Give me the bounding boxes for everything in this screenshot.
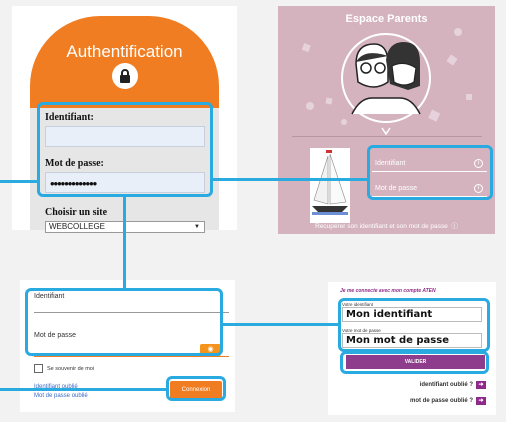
lock-icon (112, 63, 138, 89)
info-icon: ⓘ (449, 223, 458, 230)
connector-left (0, 180, 38, 183)
auth-site-label: Choisir un site (45, 207, 108, 218)
connector-vertical-lower (123, 265, 126, 290)
form-forgot-password[interactable]: Mot de passe oublié (34, 393, 88, 399)
aten-forgot-password-text: mot de passe oublié ? (409, 398, 473, 404)
auth-site-value: WEBCOLLEGE (49, 222, 106, 231)
comparison-canvas: Authentification Identifiant: Mot de pas… (0, 0, 506, 422)
highlight-auth-fields (37, 102, 213, 197)
boat-image (310, 148, 350, 223)
parents-illustration (301, 28, 472, 136)
aten-header: Je me connecte avec mon compte ATEN (340, 288, 436, 294)
auth-title: Authentification (66, 42, 183, 61)
connector-middle (212, 178, 368, 181)
aten-forgot-password[interactable]: mot de passe oublié ? ➜ (410, 397, 486, 405)
aten-forgot-login[interactable]: identifiant oublié ? ➜ (420, 381, 486, 389)
parents-recover-link[interactable]: Recupérer son identifiant et son mot de … (278, 220, 495, 230)
aten-forgot-login-text: identifiant oublié ? (419, 382, 473, 388)
highlight-form-fields (25, 288, 223, 356)
parents-recover-text: Recupérer son identifiant et son mot de … (315, 223, 448, 230)
arrow-right-icon: ➜ (476, 397, 486, 405)
highlight-parents-fields (367, 145, 493, 200)
auth-header: Authentification (30, 16, 219, 108)
arrow-right-icon: ➜ (476, 381, 486, 389)
connector-vertical (123, 196, 126, 267)
sailboat-icon (312, 150, 348, 215)
connector-bottom (0, 388, 167, 391)
remember-checkbox[interactable] (34, 364, 43, 373)
chevron-down-icon: ▼ (194, 224, 200, 230)
remember-label: Se souvenir de moi (47, 366, 95, 372)
highlight-validate-button (340, 351, 489, 374)
connector-form-aten (222, 323, 339, 326)
parents-divider (292, 136, 482, 137)
highlight-connect-button (166, 376, 226, 401)
highlight-aten-fields (338, 298, 490, 352)
form-password-input[interactable] (34, 356, 229, 357)
